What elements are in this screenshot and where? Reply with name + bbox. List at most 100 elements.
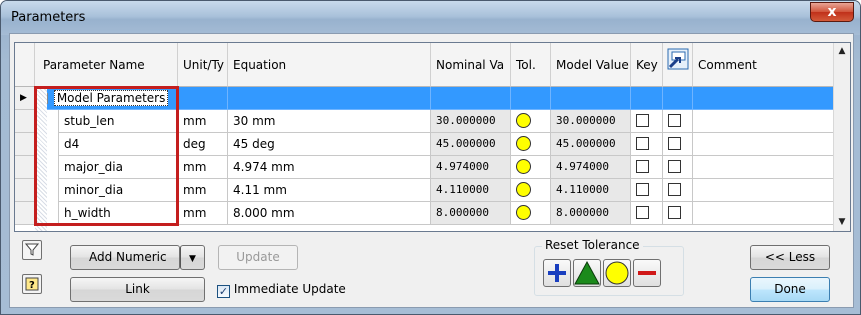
- table-row[interactable]: stub_len mm 30 mm 30.000000 30.000000: [15, 110, 835, 133]
- col-comment[interactable]: Comment: [693, 43, 835, 87]
- equation-cell[interactable]: 45 deg: [228, 133, 431, 156]
- table-row[interactable]: d4 deg 45 deg 45.000000 45.000000: [15, 133, 835, 156]
- tolerance-median-icon[interactable]: [516, 136, 531, 151]
- median-tolerance-button[interactable]: [603, 259, 631, 287]
- tolerance-cell[interactable]: [511, 110, 551, 133]
- key-cell[interactable]: [631, 156, 663, 179]
- window-title: Parameters: [11, 10, 86, 25]
- comment-cell[interactable]: [693, 179, 835, 202]
- key-cell[interactable]: [631, 133, 663, 156]
- row-header[interactable]: [15, 202, 35, 225]
- equation-cell[interactable]: 8.000 mm: [228, 202, 431, 225]
- group-row-model-parameters[interactable]: ▶ − Model Parameters: [15, 87, 835, 110]
- add-numeric-dropdown[interactable]: ▼: [180, 245, 205, 270]
- comment-cell[interactable]: [693, 133, 835, 156]
- unit-cell[interactable]: mm: [178, 202, 228, 225]
- immediate-update-checkbox[interactable]: ✓: [217, 285, 230, 298]
- help-button[interactable]: ?: [22, 274, 42, 294]
- col-tolerance[interactable]: Tol.: [511, 43, 551, 87]
- tolerance-cell[interactable]: [511, 179, 551, 202]
- comment-cell[interactable]: [693, 202, 835, 225]
- comment-cell[interactable]: [693, 110, 835, 133]
- tolerance-cell[interactable]: [511, 133, 551, 156]
- export-checkbox[interactable]: [668, 206, 681, 219]
- update-button[interactable]: Update: [218, 245, 298, 270]
- key-checkbox[interactable]: [636, 183, 649, 196]
- tolerance-median-icon[interactable]: [516, 182, 531, 197]
- model-value-cell: 45.000000: [551, 133, 631, 156]
- export-cell[interactable]: [663, 133, 693, 156]
- equation-cell[interactable]: 4.11 mm: [228, 179, 431, 202]
- tolerance-median-icon[interactable]: [516, 113, 531, 128]
- parameter-name-cell[interactable]: stub_len: [58, 110, 178, 133]
- add-numeric-button[interactable]: Add Numeric: [70, 245, 180, 270]
- col-equation[interactable]: Equation: [228, 43, 431, 87]
- col-model-value[interactable]: Model Value: [551, 43, 631, 87]
- key-checkbox[interactable]: [636, 160, 649, 173]
- export-checkbox[interactable]: [668, 137, 681, 150]
- col-nominal-value[interactable]: Nominal Va: [431, 43, 511, 87]
- parameter-name-cell[interactable]: h_width: [58, 202, 178, 225]
- key-checkbox[interactable]: [636, 114, 649, 127]
- scroll-up-arrow-icon[interactable]: ▲: [834, 43, 850, 60]
- tolerance-cell[interactable]: [511, 202, 551, 225]
- key-checkbox[interactable]: [636, 206, 649, 219]
- immediate-update-option[interactable]: ✓ Immediate Update: [217, 281, 346, 298]
- export-cell[interactable]: [663, 179, 693, 202]
- group-name-cell[interactable]: − Model Parameters: [35, 87, 178, 110]
- export-checkbox[interactable]: [668, 160, 681, 173]
- lower-tolerance-button[interactable]: [633, 259, 661, 287]
- table-row[interactable]: h_width mm 8.000 mm 8.000000 8.000000: [15, 202, 835, 225]
- export-cell[interactable]: [663, 202, 693, 225]
- parameter-name-cell[interactable]: major_dia: [58, 156, 178, 179]
- table-row[interactable]: minor_dia mm 4.11 mm 4.110000 4.110000: [15, 179, 835, 202]
- equation-cell[interactable]: 4.974 mm: [228, 156, 431, 179]
- row-header[interactable]: [15, 133, 35, 156]
- group-comment-cell: [693, 87, 835, 110]
- parameter-name-cell[interactable]: d4: [58, 133, 178, 156]
- unit-cell[interactable]: mm: [178, 179, 228, 202]
- filter-button[interactable]: [22, 240, 42, 260]
- upper-tolerance-button[interactable]: [543, 259, 571, 287]
- key-cell[interactable]: [631, 202, 663, 225]
- row-header[interactable]: [15, 110, 35, 133]
- done-button[interactable]: Done: [750, 277, 830, 302]
- link-button[interactable]: Link: [70, 277, 205, 302]
- col-unit[interactable]: Unit/Ty: [178, 43, 228, 87]
- vertical-scrollbar[interactable]: ▲ ▼: [833, 43, 850, 231]
- export-checkbox[interactable]: [668, 183, 681, 196]
- export-cell[interactable]: [663, 110, 693, 133]
- col-key[interactable]: Key: [631, 43, 663, 87]
- key-checkbox[interactable]: [636, 137, 649, 150]
- equation-cell[interactable]: 30 mm: [228, 110, 431, 133]
- col-parameter-name[interactable]: Parameter Name: [35, 43, 178, 87]
- key-cell[interactable]: [631, 179, 663, 202]
- export-cell[interactable]: [663, 156, 693, 179]
- less-button[interactable]: << Less: [750, 245, 830, 270]
- add-numeric-label: Add Numeric: [89, 250, 167, 264]
- group-unit-cell: [178, 87, 228, 110]
- filter-icon: [24, 243, 40, 256]
- unit-cell[interactable]: deg: [178, 133, 228, 156]
- row-header[interactable]: [15, 156, 35, 179]
- col-export[interactable]: [663, 43, 693, 87]
- scroll-down-arrow-icon[interactable]: ▼: [834, 214, 850, 231]
- table-row[interactable]: major_dia mm 4.974 mm 4.974000 4.974000: [15, 156, 835, 179]
- row-pointer[interactable]: ▶: [15, 87, 35, 110]
- nominal-tolerance-button[interactable]: [573, 259, 601, 287]
- comment-cell[interactable]: [693, 156, 835, 179]
- export-checkbox[interactable]: [668, 114, 681, 127]
- key-cell[interactable]: [631, 110, 663, 133]
- group-nominal-cell: [431, 87, 511, 110]
- close-button[interactable]: x: [810, 2, 854, 22]
- row-header[interactable]: [15, 179, 35, 202]
- tolerance-cell[interactable]: [511, 156, 551, 179]
- title-bar: Parameters x: [1, 1, 860, 35]
- group-key-cell: [631, 87, 663, 110]
- parameter-name-cell[interactable]: minor_dia: [58, 179, 178, 202]
- tolerance-median-icon[interactable]: [516, 205, 531, 220]
- tolerance-median-icon[interactable]: [516, 159, 531, 174]
- nominal-value-cell: 8.000000: [431, 202, 511, 225]
- unit-cell[interactable]: mm: [178, 110, 228, 133]
- unit-cell[interactable]: mm: [178, 156, 228, 179]
